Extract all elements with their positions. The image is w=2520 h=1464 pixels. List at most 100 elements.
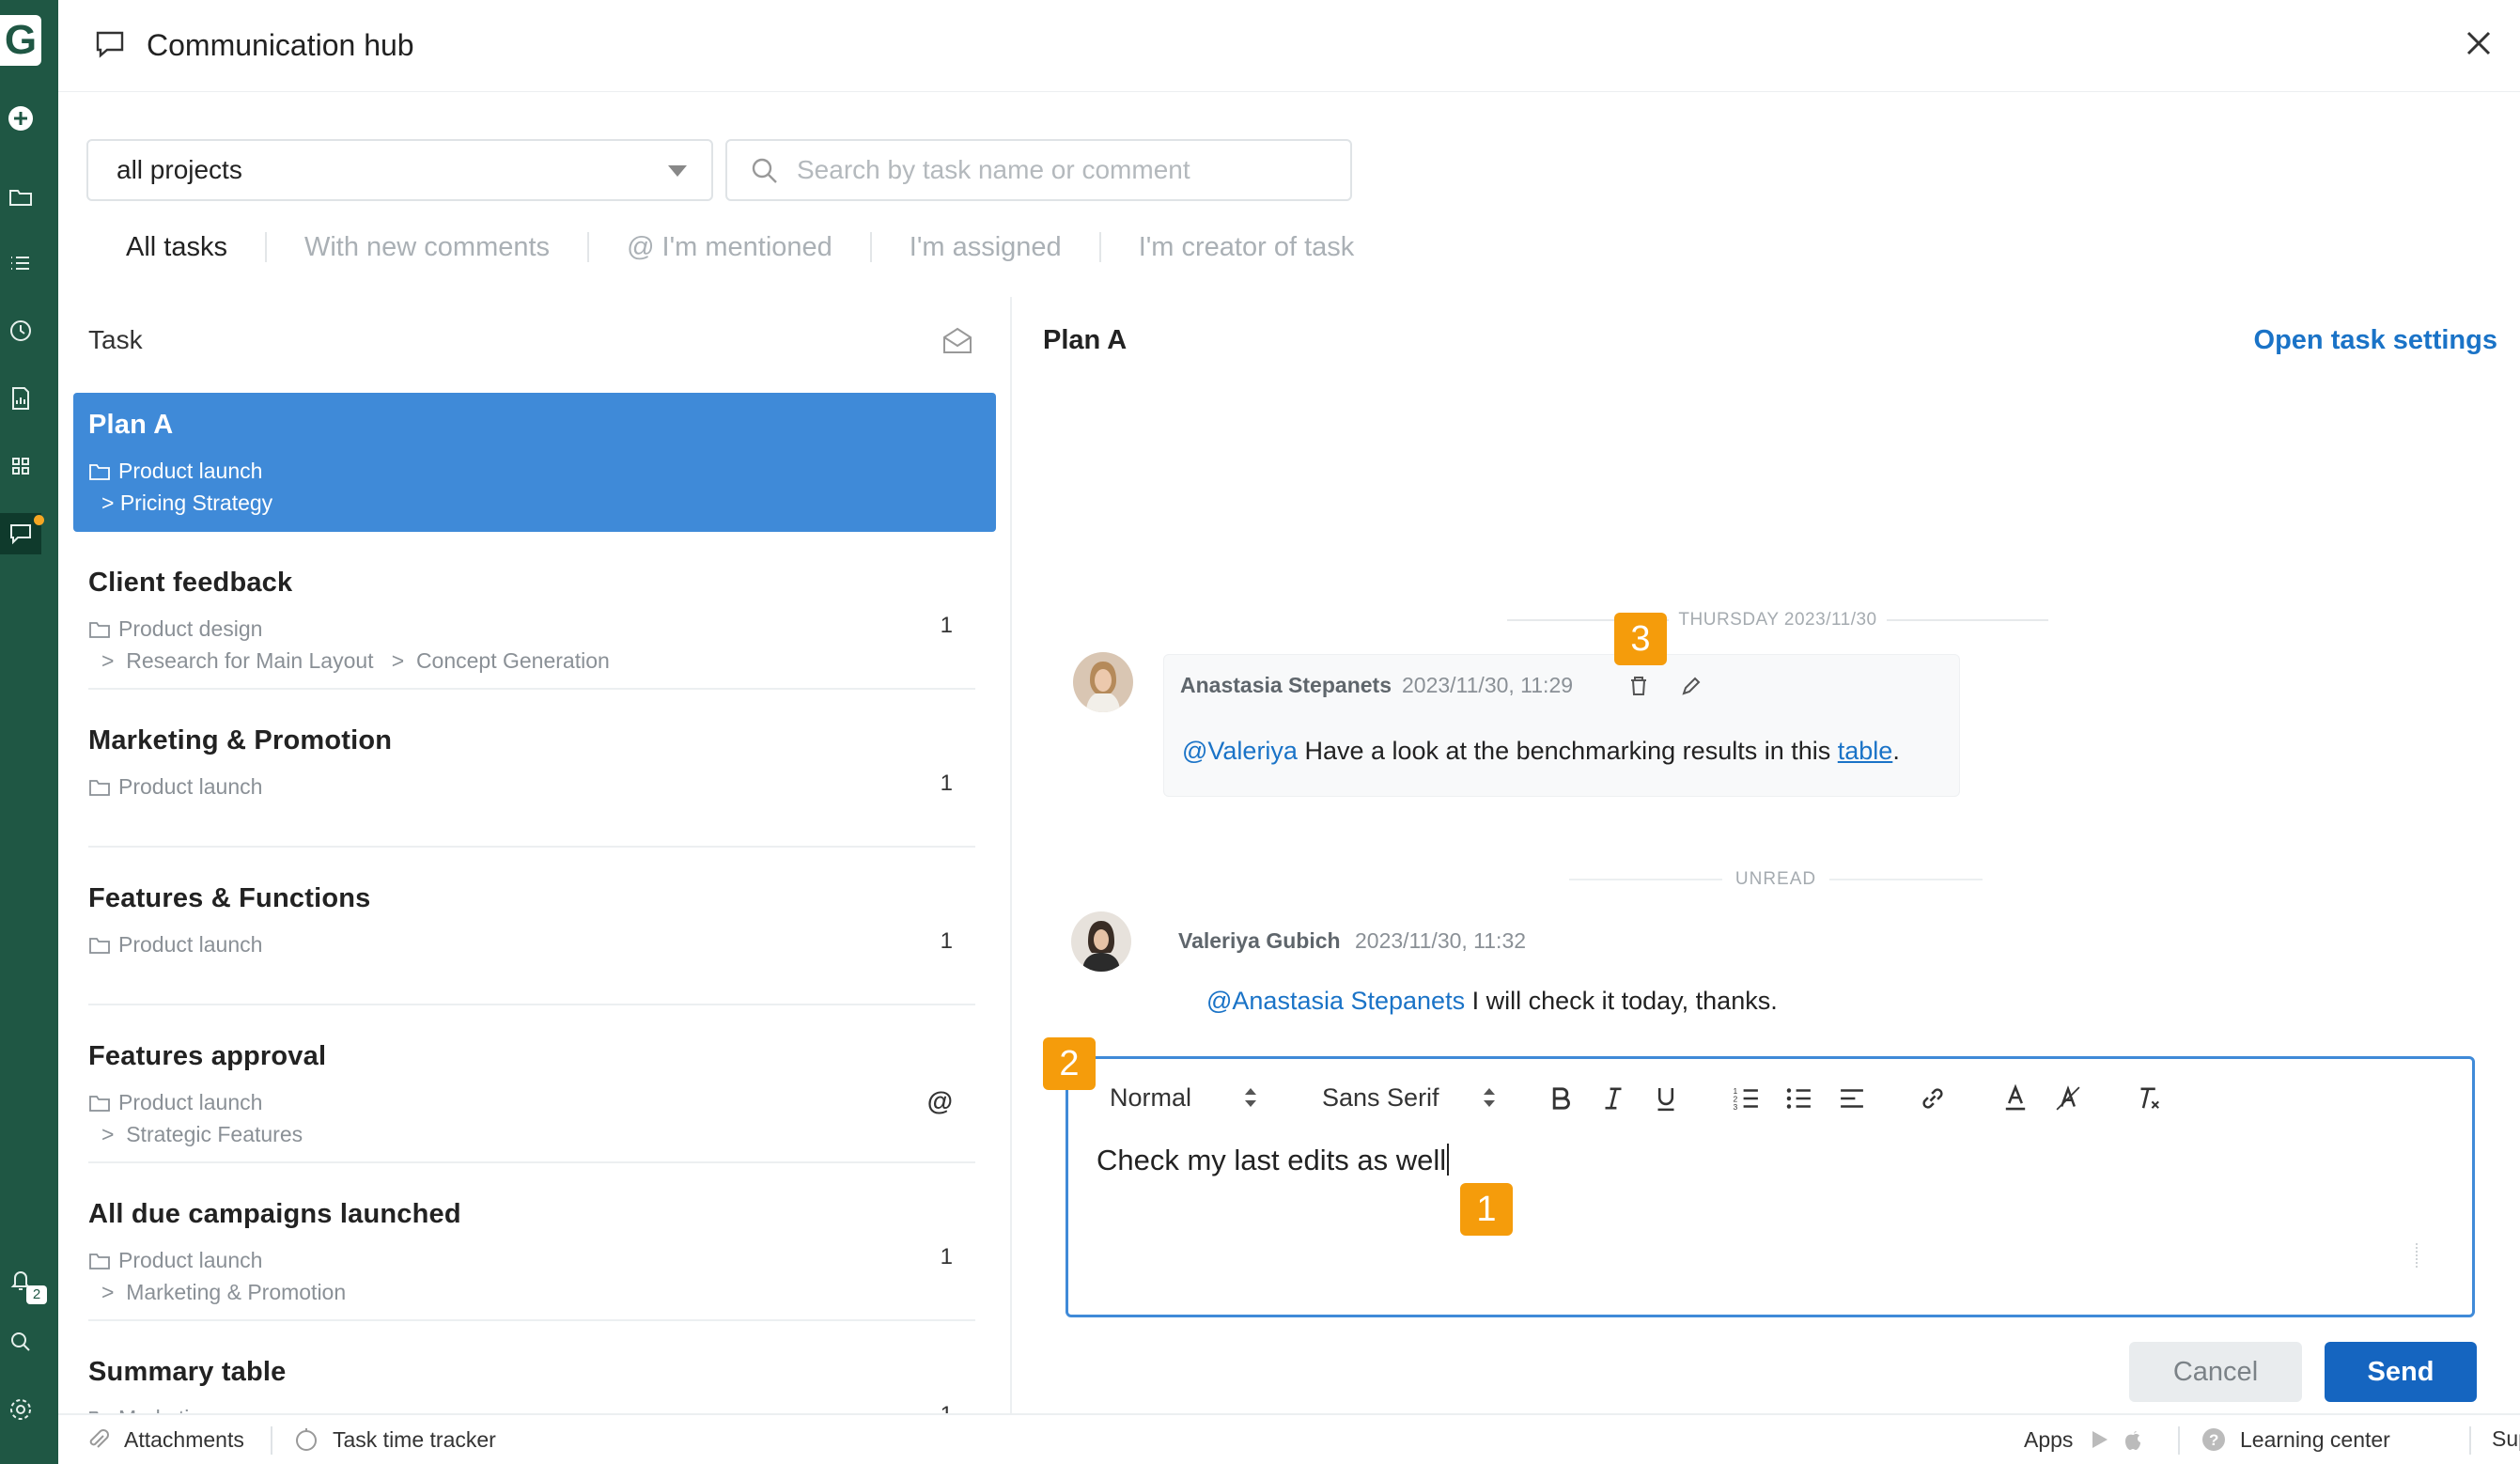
- cancel-button[interactable]: Cancel: [2129, 1342, 2302, 1402]
- pencil-icon[interactable]: [1678, 673, 1704, 699]
- support-label: Support: [2492, 1426, 2520, 1451]
- avatar: [1071, 911, 1131, 972]
- comment-count: 1: [940, 928, 953, 954]
- comment-count: 1: [941, 1402, 953, 1413]
- divider: [1829, 879, 1983, 880]
- open-task-settings-link[interactable]: Open task settings: [2254, 325, 2497, 356]
- text-color-icon: [2005, 1083, 2026, 1111]
- task-project: Product launch: [88, 774, 262, 800]
- clear-format-button[interactable]: [2130, 1080, 2168, 1117]
- task-item[interactable]: Features approval Product launch > Strat…: [73, 1024, 996, 1163]
- timer-icon: [296, 1428, 317, 1451]
- task-item[interactable]: All due campaigns launched Product launc…: [73, 1182, 996, 1321]
- comment-count: 1: [940, 1244, 953, 1269]
- highlight-icon: [2056, 1085, 2080, 1111]
- underline-button[interactable]: [1647, 1080, 1685, 1117]
- step-badge: 1: [1460, 1183, 1513, 1236]
- task-item[interactable]: Features & Functions Product launch 1: [73, 866, 996, 1005]
- gear-icon[interactable]: [0, 1389, 41, 1430]
- search-input[interactable]: [797, 147, 1332, 194]
- folder-icon: [89, 1095, 110, 1112]
- tab-with-new-comments[interactable]: With new comments: [264, 232, 587, 262]
- link-button[interactable]: [1914, 1080, 1952, 1117]
- task-time-tracker-link[interactable]: Task time tracker: [293, 1426, 496, 1453]
- apple-icon[interactable]: [2120, 1426, 2146, 1453]
- message-text: @Valeriya Have a look at the benchmarkin…: [1182, 737, 1900, 766]
- task-item[interactable]: Marketing & Promotion Product launch 1: [73, 709, 996, 848]
- task-project-label: Product launch: [118, 932, 263, 957]
- bullet-list-button[interactable]: [1781, 1080, 1818, 1117]
- format-select[interactable]: Normal: [1110, 1083, 1191, 1113]
- divider: [271, 1426, 272, 1455]
- project-select-value: all projects: [117, 155, 242, 184]
- table-link[interactable]: table: [1838, 737, 1893, 765]
- task-project-label: Marketing: [118, 1406, 213, 1413]
- apps-link[interactable]: Apps: [2024, 1426, 2146, 1453]
- avatar: [1073, 652, 1133, 712]
- report-icon[interactable]: [0, 378, 41, 419]
- font-select[interactable]: Sans Serif: [1322, 1083, 1439, 1113]
- chat-bubble-icon: [96, 31, 124, 58]
- mail-icon[interactable]: [940, 323, 975, 359]
- bold-button[interactable]: [1542, 1080, 1579, 1117]
- task-project: Product launch: [88, 932, 262, 958]
- task-item[interactable]: Plan A Product launch > Pricing Strategy: [73, 393, 996, 532]
- search-icon[interactable]: [0, 1321, 41, 1363]
- task-item[interactable]: Client feedback Product design > Researc…: [73, 551, 996, 690]
- task-project-label: Product design: [118, 616, 263, 641]
- task-item[interactable]: Summary table Marketing 1: [73, 1340, 996, 1413]
- task-name: Client feedback: [88, 568, 293, 598]
- close-icon[interactable]: [2460, 24, 2497, 62]
- underline-icon: [1657, 1087, 1674, 1112]
- mention[interactable]: @Valeriya: [1182, 737, 1298, 765]
- paperclip-icon: [89, 1429, 109, 1448]
- resize-handle[interactable]: [2416, 1243, 2418, 1268]
- list-icon[interactable]: [0, 242, 41, 284]
- message-author: Anastasia Stepanets: [1180, 673, 1392, 697]
- editor-content[interactable]: Check my last edits as well: [1097, 1144, 1450, 1177]
- attachments-link[interactable]: Attachments: [85, 1426, 244, 1453]
- task-list-header: Task: [88, 325, 143, 354]
- clock-icon[interactable]: [0, 310, 41, 351]
- folder-icon: [89, 621, 110, 638]
- highlight-button[interactable]: [2049, 1080, 2087, 1117]
- svg-text:3: 3: [1734, 1102, 1738, 1112]
- mention-indicator: @: [926, 1086, 953, 1115]
- app-logo[interactable]: G: [0, 15, 41, 66]
- tab-mentioned[interactable]: @ I'm mentioned: [587, 232, 870, 262]
- divider: [1886, 619, 2048, 621]
- message-text: @Anastasia Stepanets I will check it tod…: [1206, 987, 1778, 1016]
- grid-icon[interactable]: [0, 445, 41, 487]
- support-link[interactable]: Support: [2492, 1426, 2520, 1452]
- folder-icon[interactable]: [0, 177, 41, 218]
- unread-dot: [34, 515, 44, 525]
- ordered-list-button[interactable]: 123: [1728, 1080, 1766, 1117]
- learning-center-label: Learning center: [2240, 1426, 2390, 1452]
- text-color-button[interactable]: [1997, 1080, 2034, 1117]
- filter-tabs: All tasks With new comments @ I'm mentio…: [86, 224, 1392, 271]
- add-icon[interactable]: [0, 98, 41, 139]
- divider: [88, 846, 975, 848]
- trash-icon[interactable]: [1626, 673, 1652, 699]
- message-tail: .: [1892, 737, 1900, 765]
- comment-editor[interactable]: Normal Sans Serif 123 Check my last edit…: [1066, 1056, 2475, 1317]
- italic-button[interactable]: [1594, 1080, 1632, 1117]
- learning-center-link[interactable]: ? Learning center: [2201, 1426, 2390, 1453]
- send-button[interactable]: Send: [2325, 1342, 2477, 1402]
- clear-format-icon: [2140, 1087, 2159, 1109]
- tab-assigned[interactable]: I'm assigned: [869, 232, 1099, 262]
- tab-all-tasks[interactable]: All tasks: [86, 232, 265, 262]
- message-body: I will check it today, thanks.: [1465, 987, 1778, 1015]
- tab-creator[interactable]: I'm creator of task: [1098, 232, 1392, 262]
- align-button[interactable]: [1833, 1080, 1871, 1117]
- folder-icon: [89, 779, 110, 796]
- italic-icon: [1605, 1087, 1622, 1110]
- project-select[interactable]: all projects: [86, 139, 713, 201]
- search-box[interactable]: [725, 139, 1352, 201]
- divider: [2178, 1426, 2180, 1455]
- mention[interactable]: @Anastasia Stepanets: [1206, 987, 1465, 1015]
- play-store-icon[interactable]: [2086, 1426, 2112, 1453]
- divider: [88, 688, 975, 690]
- pane-divider: [1010, 297, 1012, 1415]
- editor-text: Check my last edits as well: [1097, 1144, 1447, 1176]
